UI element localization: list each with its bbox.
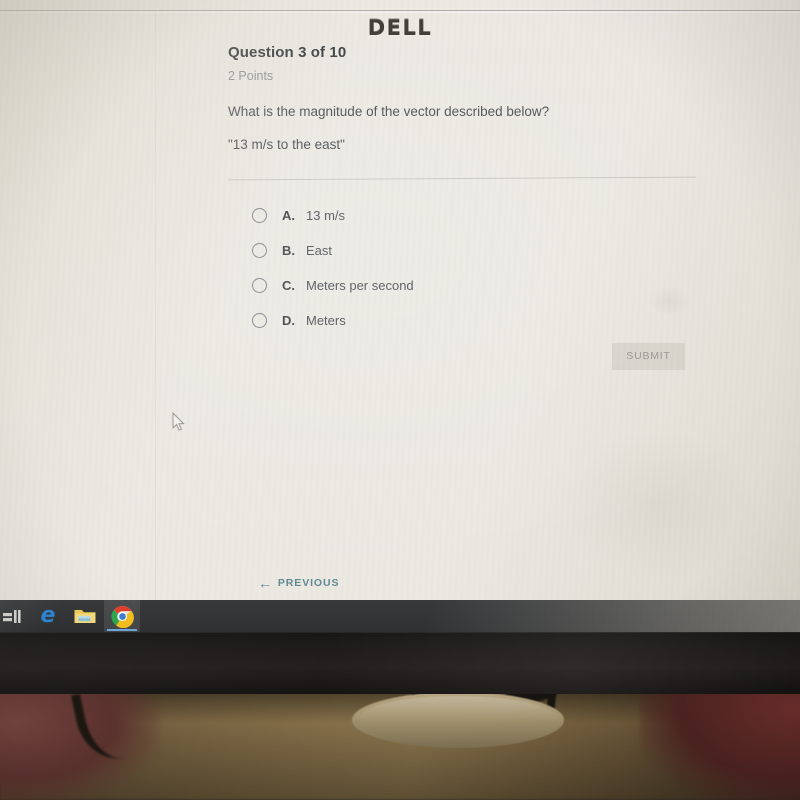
submit-button[interactable]: SUBMIT — [612, 343, 685, 370]
radio-icon-c[interactable] — [252, 278, 267, 293]
option-letter-b: B. — [282, 243, 295, 258]
question-prompt: What is the magnitude of the vector desc… — [228, 104, 550, 119]
previous-label: PREVIOUS — [277, 577, 340, 589]
taskbar-pinned-app[interactable] — [0, 600, 30, 632]
dell-logo: DELL — [367, 16, 433, 40]
option-text-b: East — [306, 243, 333, 258]
radio-icon-d[interactable] — [252, 313, 267, 328]
mouse-cursor — [172, 411, 186, 432]
radio-icon-a[interactable] — [252, 208, 267, 223]
taskbar-edge[interactable]: e — [30, 600, 66, 632]
chrome-icon — [110, 605, 134, 628]
option-text-d: Meters — [306, 313, 346, 328]
radio-icon-b[interactable] — [252, 243, 267, 258]
answer-option-d[interactable]: D. Meters — [252, 303, 414, 338]
app-icon — [3, 610, 21, 623]
monitor-photo: Question 3 of 10 2 Points What is the ma… — [0, 0, 800, 800]
answer-options: A. 13 m/s B. East C. Meters per second D… — [252, 198, 414, 338]
furniture-right — [640, 676, 800, 800]
screen-smudge — [648, 286, 690, 316]
previous-button[interactable]: ← PREVIOUS — [258, 576, 339, 590]
arrow-left-icon: ← — [258, 575, 273, 591]
option-text-c: Meters per second — [306, 278, 414, 293]
folder-icon — [74, 610, 96, 623]
edge-icon: e — [40, 603, 56, 628]
screen-reflection — [560, 430, 760, 580]
option-text-a: 13 m/s — [306, 208, 346, 223]
option-letter-d: D. — [282, 313, 295, 328]
question-quote: "13 m/s to the east" — [228, 137, 345, 152]
answer-option-b[interactable]: B. East — [252, 233, 414, 268]
taskbar-file-explorer[interactable] — [67, 600, 103, 632]
taskbar-chrome[interactable] — [104, 600, 140, 632]
divider — [228, 176, 696, 181]
option-letter-c: C. — [282, 278, 295, 293]
page-title: Question 3 of 10 — [228, 44, 347, 61]
answer-option-c[interactable]: C. Meters per second — [252, 268, 414, 303]
monitor-stand-base — [352, 692, 564, 748]
monitor-bezel — [0, 632, 800, 694]
monitor-screen: Question 3 of 10 2 Points What is the ma… — [0, 0, 800, 632]
quiz-page: Question 3 of 10 2 Points What is the ma… — [0, 0, 800, 632]
option-letter-a: A. — [282, 208, 295, 223]
windows-taskbar[interactable]: e — [0, 600, 800, 632]
points-label: 2 Points — [228, 69, 274, 83]
bezel-sheen — [0, 632, 800, 694]
answer-option-a[interactable]: A. 13 m/s — [252, 198, 414, 233]
